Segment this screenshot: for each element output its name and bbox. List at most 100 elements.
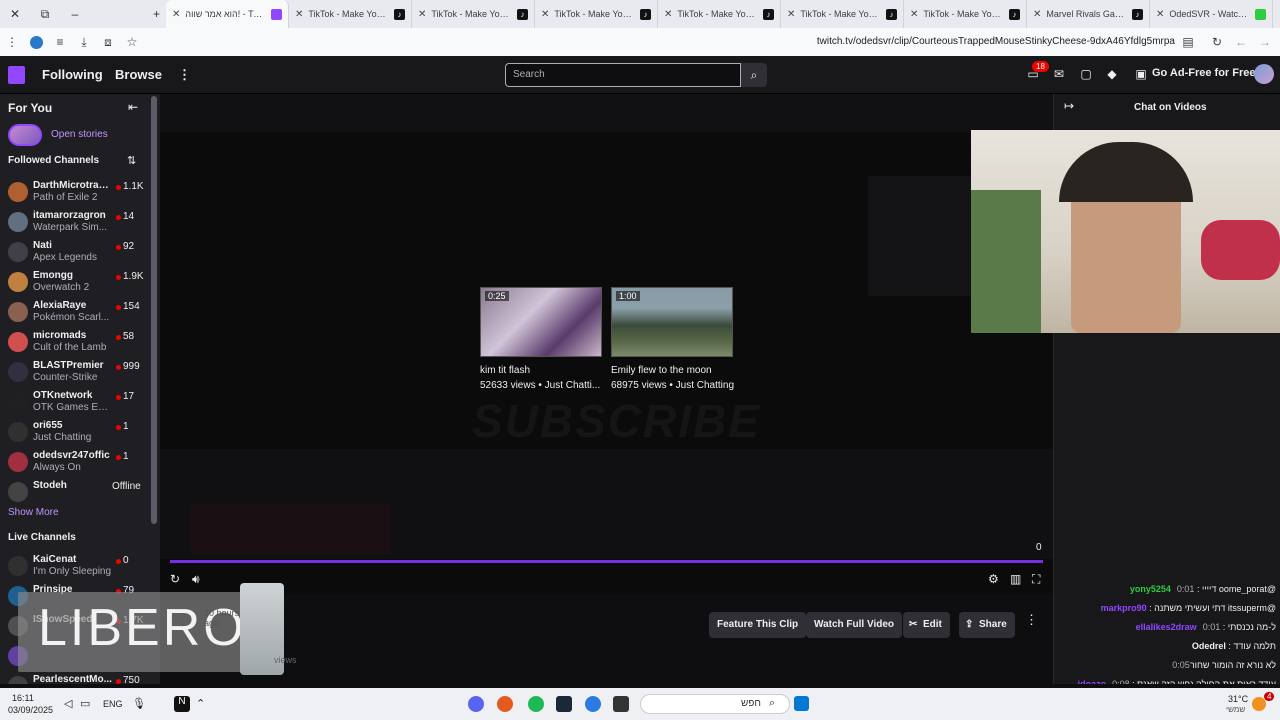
edit-button[interactable]: ✂ Edit (903, 612, 950, 638)
sidebar-channel-row[interactable]: itamarorzagron Waterpark Sim... 14 (0, 208, 150, 238)
more-menu-icon[interactable]: ⋮ (178, 67, 191, 83)
feature-clip-button[interactable]: Feature This Clip (709, 612, 807, 638)
clip-card[interactable]: 1:00 Emily flew to the moon 68975 views … (611, 287, 734, 391)
microphone-icon[interactable]: 🎙︎ (132, 697, 146, 710)
weather-temp[interactable]: 31°C (1228, 694, 1248, 704)
volume-icon[interactable]: 🔊︎ (192, 572, 200, 587)
theatre-mode-icon[interactable]: ▥ (1010, 572, 1021, 586)
network-tray-icon[interactable]: ▭ (80, 697, 90, 710)
clip-thumbnail[interactable]: 0:25 (480, 287, 602, 357)
sidebar-channel-row[interactable]: BLASTPremier Counter-Strike 999 (0, 358, 150, 388)
twitch-logo-icon[interactable] (8, 66, 25, 84)
app-icon[interactable] (497, 696, 513, 712)
close-tab-icon[interactable]: ✕ (664, 9, 672, 20)
new-tab-button[interactable]: + (90, 0, 166, 28)
sidebar-channel-row[interactable]: AlexiaRaye Pokémon Scarl... 154 (0, 298, 150, 328)
close-tab-icon[interactable]: ✕ (418, 9, 426, 20)
following-link[interactable]: Following (42, 67, 103, 82)
tab-search-icon[interactable]: ✕ (0, 0, 30, 28)
close-tab-icon[interactable]: ✕ (1156, 9, 1164, 20)
sidebar-channel-row[interactable]: Emongg Overwatch 2 1.9K (0, 268, 150, 298)
inbox-icon[interactable]: ✉ (1051, 67, 1067, 83)
spotify-icon[interactable] (528, 696, 544, 712)
sidebar-channel-row[interactable]: micromads Cult of the Lamb 58 (0, 328, 150, 358)
go-ad-free-button[interactable]: Go Ad-Free for Free (1152, 67, 1256, 79)
close-tab-icon[interactable]: ✕ (1033, 9, 1041, 20)
favorite-star-icon[interactable]: ☆ (120, 28, 144, 56)
menu-icon[interactable]: ⋮ (0, 28, 24, 56)
steam-icon[interactable] (556, 696, 572, 712)
sidebar-channel-row[interactable]: Nati Apex Legends 92 (0, 238, 150, 268)
sidebar-channel-row[interactable]: DarthMicrotransa Path of Exile 2 1.1K (0, 178, 150, 208)
chat-username[interactable]: Odedrel (1192, 641, 1226, 651)
share-button[interactable]: ⇪ Share (959, 612, 1015, 638)
chat-username[interactable]: ellalikes2draw (1136, 622, 1197, 632)
browser-tab[interactable]: ✕ TikTok - Make Your Day ♪ (904, 0, 1027, 28)
fullscreen-icon[interactable]: ⛶ (1032, 572, 1040, 587)
show-more-link[interactable]: Show More (8, 507, 59, 518)
chat-username[interactable]: markpro90 (1101, 603, 1147, 613)
reload-icon[interactable]: ↻ (1205, 28, 1229, 56)
extensions-icon[interactable]: ⧈ (96, 28, 120, 56)
close-tab-icon[interactable]: ✕ (541, 9, 549, 20)
chat-username[interactable]: yony5254 (1130, 584, 1171, 594)
volume-tray-icon[interactable]: ◁ (64, 697, 72, 710)
clip-thumbnail[interactable]: 1:00 (611, 287, 733, 357)
back-icon[interactable]: ← (1229, 28, 1253, 56)
bits-icon[interactable]: ◆ (1104, 67, 1120, 83)
close-tab-icon[interactable]: ✕ (172, 9, 180, 20)
browser-tab[interactable]: ✕ TikTok - Make Your Day ♪ (781, 0, 904, 28)
browse-link[interactable]: Browse (115, 67, 162, 82)
browser-tab[interactable]: ✕ OdedSVR - Watch cl (1150, 0, 1273, 28)
discord-icon[interactable] (468, 696, 484, 712)
search-button[interactable]: ⌕ (741, 63, 767, 87)
clip-title[interactable]: kim tit flash (480, 365, 602, 376)
browser-tab[interactable]: ✕ TikTok - Make Your Day ♪ (412, 0, 535, 28)
edge-icon[interactable] (585, 696, 601, 712)
chat-username[interactable]: idoazo (1078, 679, 1107, 684)
expand-chat-icon[interactable]: ↦ (1064, 99, 1074, 113)
clip-title[interactable]: Emily flew to the moon (611, 365, 733, 376)
browser-tab[interactable]: ✕ הוא אמר שווה! - Twitch (166, 0, 289, 28)
user-avatar[interactable] (1254, 64, 1274, 84)
language-indicator[interactable]: ENG (103, 699, 123, 709)
sidebar-channel-row[interactable]: OTKnetwork OTK Games Expo 17 (0, 388, 150, 418)
collections-icon[interactable]: ≡ (48, 28, 72, 56)
close-tab-icon[interactable]: ✕ (910, 9, 918, 20)
copilot-icon[interactable] (24, 28, 48, 56)
tray-expand-icon[interactable]: ⌃ (196, 697, 205, 710)
replay-icon[interactable]: ↻ (170, 572, 180, 586)
progress-bar[interactable] (170, 560, 1043, 563)
collapse-sidebar-icon[interactable]: ⇤ (128, 100, 138, 114)
close-tab-icon[interactable]: ✕ (295, 9, 303, 20)
forward-icon[interactable]: → (1253, 28, 1277, 56)
sidebar-channel-row[interactable]: PearlescentMo... 750 (0, 672, 150, 684)
minimize-icon[interactable]: – (60, 0, 90, 28)
more-options-icon[interactable]: ⋮ (1025, 612, 1038, 628)
sidebar-channel-row[interactable]: KaiCenat I'm Only Sleeping 0 (0, 552, 150, 582)
download-icon[interactable]: ⤓ (72, 28, 96, 56)
taskbar-search[interactable]: חפש ⌕ (640, 694, 790, 714)
workspace-icon[interactable]: ⧉ (30, 0, 60, 28)
browser-tab[interactable]: ✕ Marvel Rivals Gamep ♪ (1027, 0, 1150, 28)
settings-gear-icon[interactable]: ⚙ (988, 572, 999, 586)
notion-icon[interactable]: N (174, 696, 190, 712)
close-tab-icon[interactable]: ✕ (787, 9, 795, 20)
clip-card[interactable]: 0:25 kim tit flash 52633 views • Just Ch… (480, 287, 602, 391)
terminal-icon[interactable] (613, 696, 629, 712)
windows-start-icon[interactable] (794, 696, 809, 711)
browser-tab[interactable]: ✕ TikTok - Make Your Day ♪ (658, 0, 781, 28)
browser-tab[interactable]: ✕ TikTok - Make Your Day ♪ (289, 0, 412, 28)
reader-view-icon[interactable]: ▤ (1176, 28, 1200, 56)
clock-date[interactable]: 03/09/2025 (8, 705, 53, 715)
sidebar-channel-row[interactable]: ori655 Just Chatting 1 (0, 418, 150, 448)
sidebar-channel-row[interactable]: odedsvr247offic Always On 1 (0, 448, 150, 478)
sidebar-scrollbar[interactable] (151, 96, 157, 524)
sort-icon[interactable]: ⇅ (127, 154, 136, 167)
open-stories-link[interactable]: Open stories (51, 129, 108, 140)
browser-tab[interactable]: ✕ TikTok - Make Your Day ♪ (535, 0, 658, 28)
whispers-icon[interactable]: ▢ (1078, 67, 1094, 83)
url-text[interactable]: twitch.tv/odedsvr/clip/CourteousTrappedM… (817, 36, 1175, 47)
video-player[interactable]: SUBSCRIBE 0:25 kim tit flash 52633 views… (160, 94, 1053, 594)
search-input[interactable]: Search (505, 63, 741, 87)
